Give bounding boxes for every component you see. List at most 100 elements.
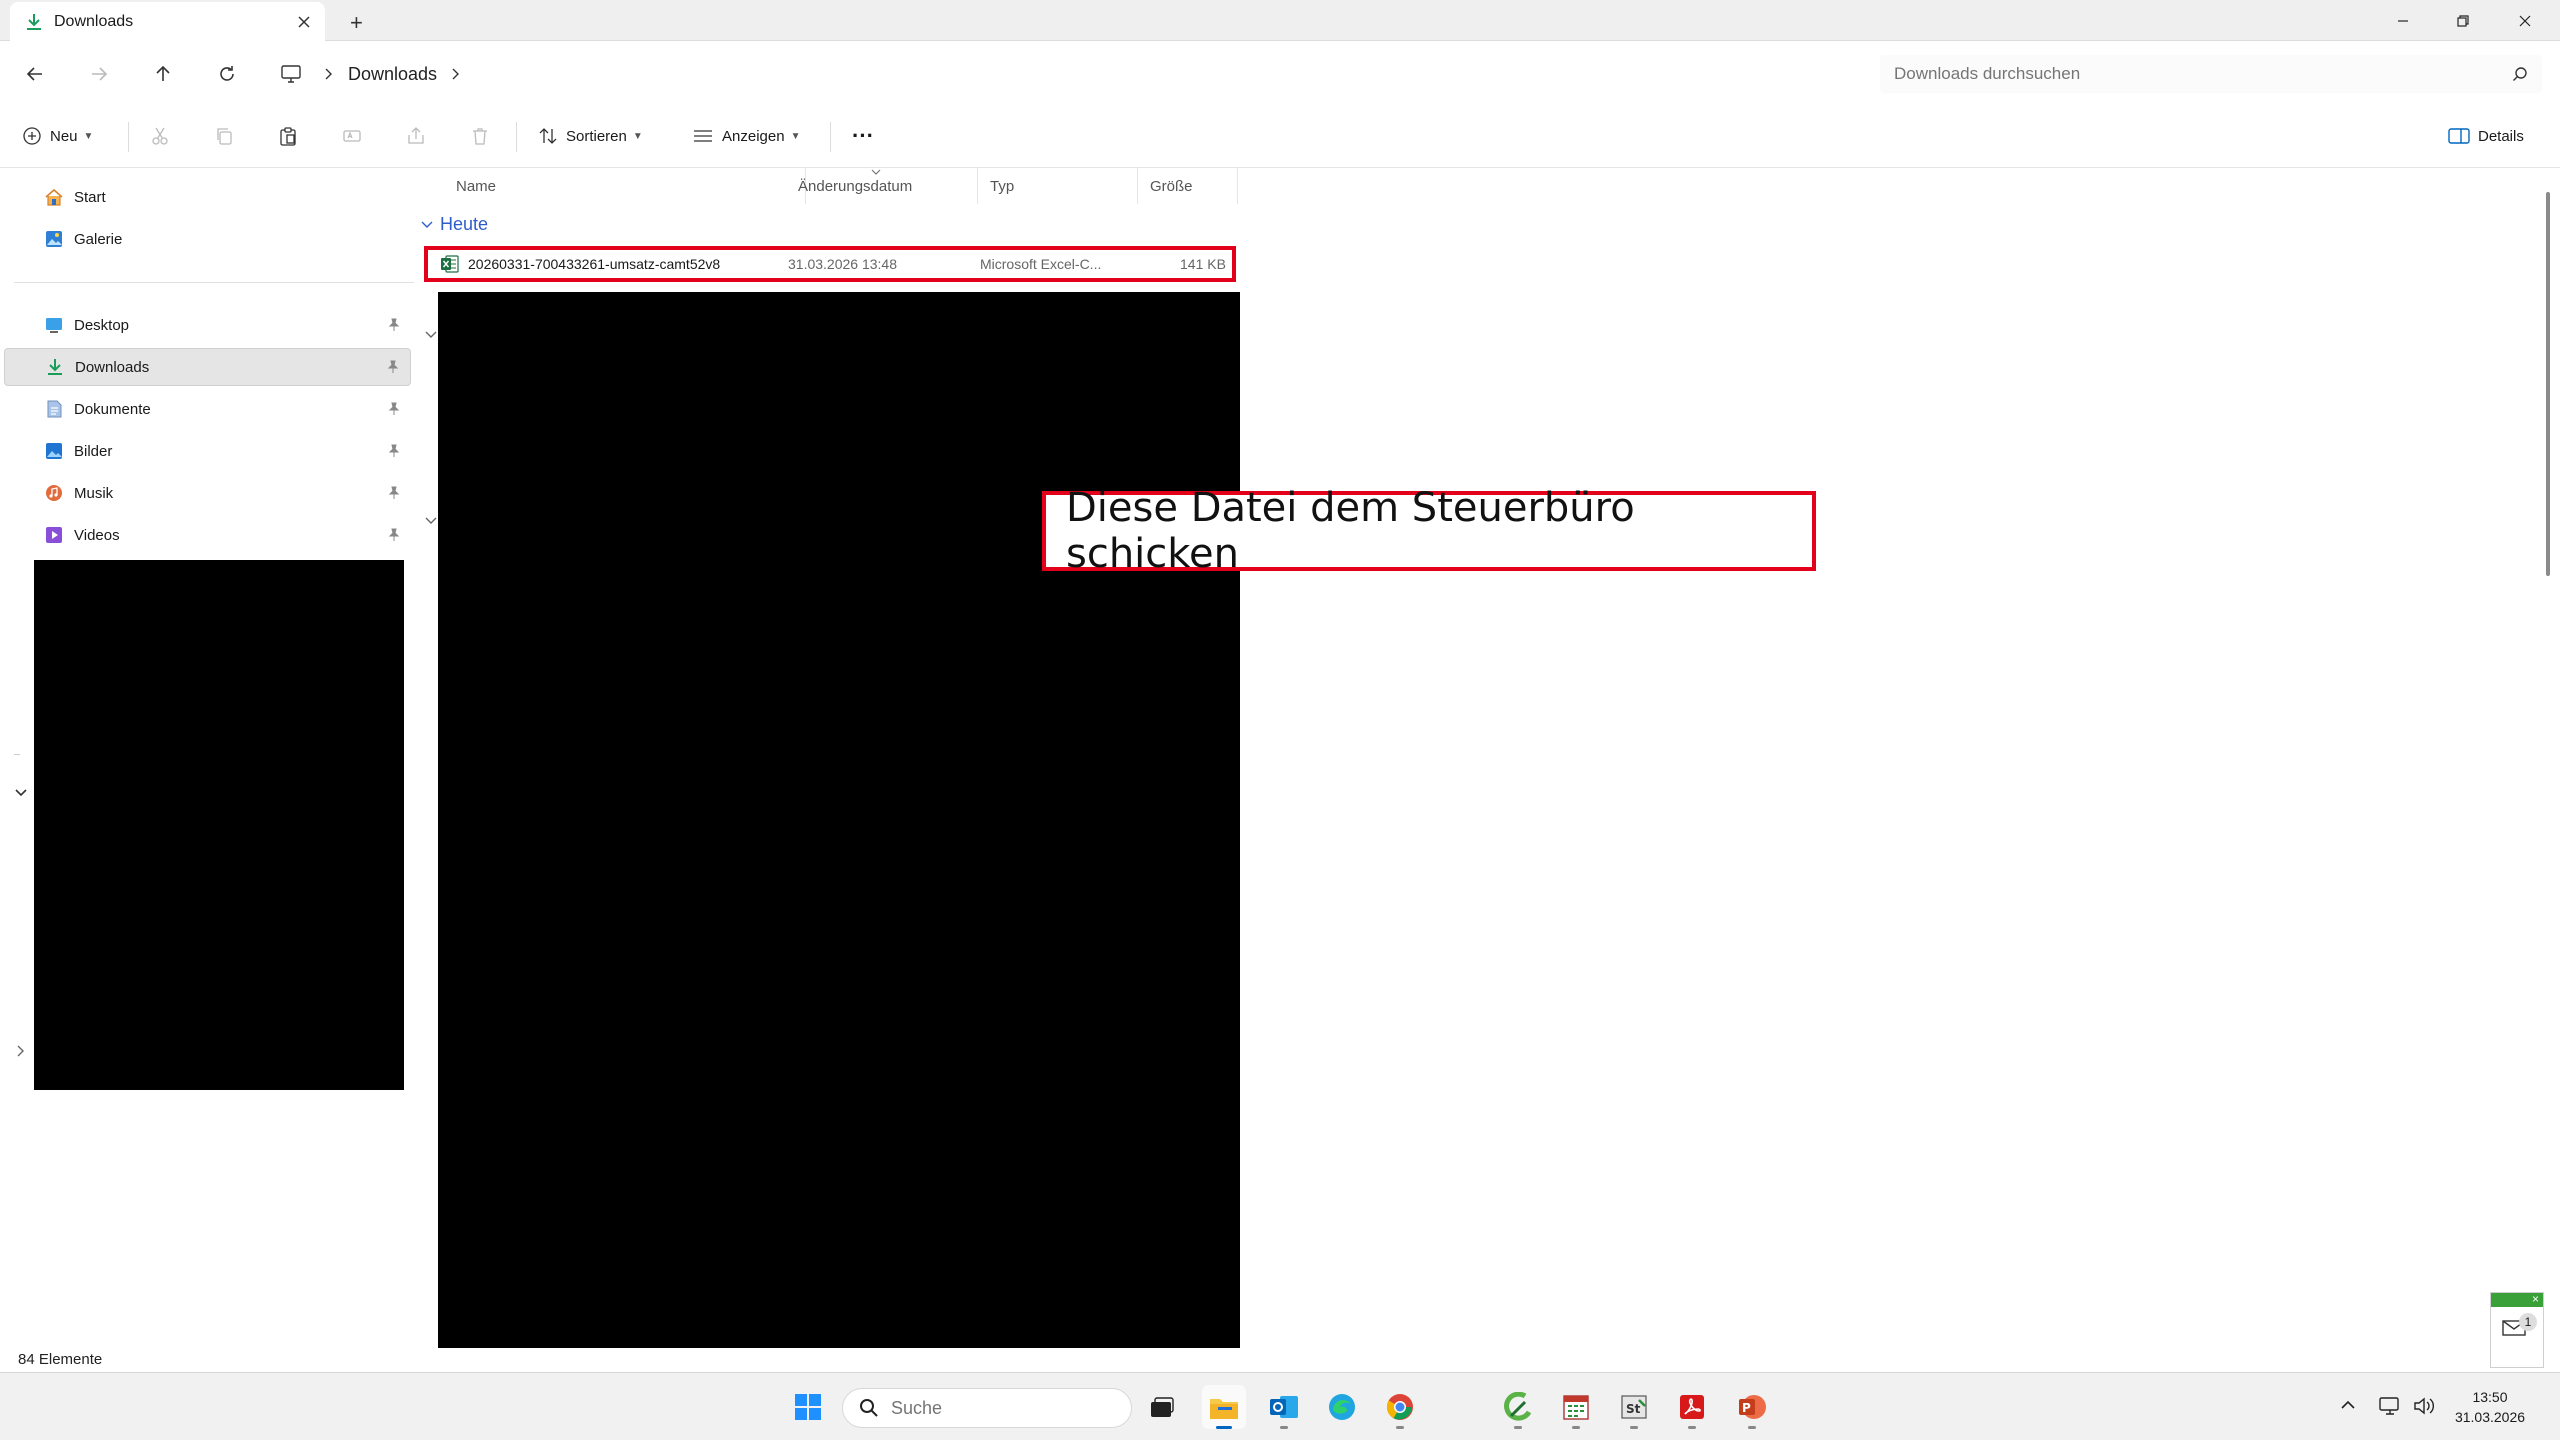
- sidebar-item-downloads[interactable]: Downloads: [4, 348, 411, 386]
- chevron-down-icon[interactable]: [424, 516, 438, 526]
- sidebar-item-dokumente[interactable]: Dokumente: [4, 390, 411, 428]
- edge-icon: [1329, 1394, 1355, 1420]
- column-name[interactable]: Name: [444, 168, 806, 204]
- minimize-icon: [2398, 20, 2408, 22]
- search-box[interactable]: [1880, 55, 2542, 93]
- up-button[interactable]: [146, 57, 180, 91]
- notification-widget[interactable]: × 1: [2490, 1292, 2544, 1368]
- taskbar-outlook[interactable]: [1262, 1385, 1306, 1429]
- excel-icon: [440, 254, 460, 274]
- network-icon[interactable]: [2378, 1395, 2402, 1417]
- search-input[interactable]: [1894, 64, 2454, 84]
- new-tab-button[interactable]: +: [350, 10, 363, 36]
- view-button[interactable]: Anzeigen ▼: [692, 121, 800, 151]
- taskbar-stb-app[interactable]: St: [1612, 1385, 1656, 1429]
- computer-icon[interactable]: [280, 64, 302, 84]
- taskbar-search[interactable]: [842, 1388, 1132, 1428]
- new-button[interactable]: Neu ▼: [22, 121, 93, 151]
- folder-icon: [1210, 1399, 1238, 1419]
- task-view-button[interactable]: [1140, 1385, 1184, 1429]
- file-date: 31.03.2026 13:48: [788, 256, 897, 272]
- widget-header: ×: [2491, 1292, 2543, 1307]
- taskbar-acrobat[interactable]: [1670, 1385, 1714, 1429]
- start-button[interactable]: [786, 1385, 830, 1429]
- taskbar-calendar-app[interactable]: [1554, 1385, 1598, 1429]
- sidebar-item-start[interactable]: Start: [4, 178, 411, 216]
- copy-icon: [217, 128, 232, 145]
- breadcrumb[interactable]: Downloads: [268, 55, 1868, 93]
- paste-button[interactable]: [278, 121, 298, 151]
- scrollbar-thumb[interactable]: [2546, 192, 2550, 576]
- column-size[interactable]: Größe: [1138, 168, 1238, 204]
- clock[interactable]: 13:50 31.03.2026: [2440, 1387, 2540, 1427]
- redacted-block: [438, 292, 1240, 1348]
- sidebar-item-label: Galerie: [74, 230, 123, 248]
- copy-button[interactable]: [214, 121, 234, 151]
- sidebar-item-bilder[interactable]: Bilder: [4, 432, 411, 470]
- sidebar-item-desktop[interactable]: Desktop: [4, 306, 411, 344]
- close-icon[interactable]: ×: [2532, 1292, 2539, 1306]
- chevron-down-icon[interactable]: [420, 220, 434, 230]
- cut-button[interactable]: [150, 121, 170, 151]
- delete-button[interactable]: [470, 121, 490, 151]
- redacted-block: [34, 560, 404, 1090]
- file-row[interactable]: 20260331-700433261-umsatz-camt52v8 31.03…: [424, 246, 1236, 282]
- chevron-right-icon[interactable]: [16, 1044, 26, 1058]
- volume-icon[interactable]: [2412, 1395, 2436, 1417]
- divider: [516, 122, 517, 152]
- pin-icon[interactable]: [387, 528, 401, 542]
- group-label: Heute: [440, 214, 489, 234]
- pin-icon[interactable]: [387, 444, 401, 458]
- column-type[interactable]: Typ: [978, 168, 1138, 204]
- pin-icon[interactable]: [386, 360, 400, 374]
- details-button[interactable]: Details: [2448, 121, 2524, 151]
- minimize-button[interactable]: [2388, 6, 2418, 36]
- more-options-button[interactable]: ···: [852, 121, 874, 151]
- group-header-heute[interactable]: Heute: [420, 214, 488, 235]
- file-type: Microsoft Excel-C...: [980, 256, 1102, 272]
- tab-downloads[interactable]: Downloads: [10, 2, 325, 41]
- close-tab-icon[interactable]: [297, 15, 311, 29]
- breadcrumb-downloads[interactable]: Downloads: [348, 64, 437, 85]
- divider: [14, 282, 414, 283]
- sidebar-item-label: Start: [74, 188, 106, 206]
- close-window-button[interactable]: [2510, 6, 2540, 36]
- forward-button[interactable]: [82, 57, 116, 91]
- taskbar-powerpoint[interactable]: P: [1730, 1385, 1774, 1429]
- column-date[interactable]: Änderungsdatum: [786, 168, 978, 204]
- sidebar-item-label: Bilder: [74, 442, 113, 460]
- running-indicator: [1396, 1426, 1404, 1429]
- sidebar-item-videos[interactable]: Videos: [4, 516, 411, 554]
- running-indicator: [1630, 1426, 1638, 1429]
- sort-button[interactable]: Sortieren ▼: [538, 121, 643, 151]
- annotation-callout: Diese Datei dem Steuerbüro schicken: [1042, 485, 1816, 577]
- download-icon: [48, 359, 62, 375]
- desktop-icon: [46, 318, 62, 333]
- taskbar-search-input[interactable]: [891, 1397, 1111, 1419]
- taskbar-edge[interactable]: [1320, 1385, 1364, 1429]
- sidebar-item-musik[interactable]: Musik: [4, 474, 411, 512]
- pin-icon[interactable]: [387, 486, 401, 500]
- back-button[interactable]: [18, 57, 52, 91]
- share-button[interactable]: [406, 121, 426, 151]
- restore-button[interactable]: [2448, 6, 2478, 36]
- refresh-button[interactable]: [210, 57, 244, 91]
- annotation-text: Diese Datei dem Steuerbüro schicken: [1066, 485, 1635, 577]
- pin-icon[interactable]: [387, 318, 401, 332]
- taskbar-file-explorer[interactable]: [1202, 1385, 1246, 1429]
- chevron-down-icon[interactable]: [14, 788, 28, 798]
- chevron-right-icon[interactable]: [451, 67, 461, 81]
- document-icon: [47, 400, 62, 418]
- taskbar-chrome[interactable]: [1378, 1385, 1422, 1429]
- chevron-up-icon[interactable]: [2340, 1399, 2356, 1411]
- search-icon[interactable]: [2512, 66, 2528, 82]
- chevron-down-icon: ▼: [632, 130, 643, 142]
- pictures-icon: [46, 443, 62, 459]
- tab-title: Downloads: [54, 12, 134, 30]
- rename-button[interactable]: [342, 121, 362, 151]
- sidebar-item-galerie[interactable]: Galerie: [4, 220, 411, 258]
- chevron-down-icon[interactable]: [424, 330, 438, 340]
- pin-icon[interactable]: [387, 402, 401, 416]
- taskbar-app-green[interactable]: [1496, 1385, 1540, 1429]
- task-view-icon: [1151, 1397, 1174, 1417]
